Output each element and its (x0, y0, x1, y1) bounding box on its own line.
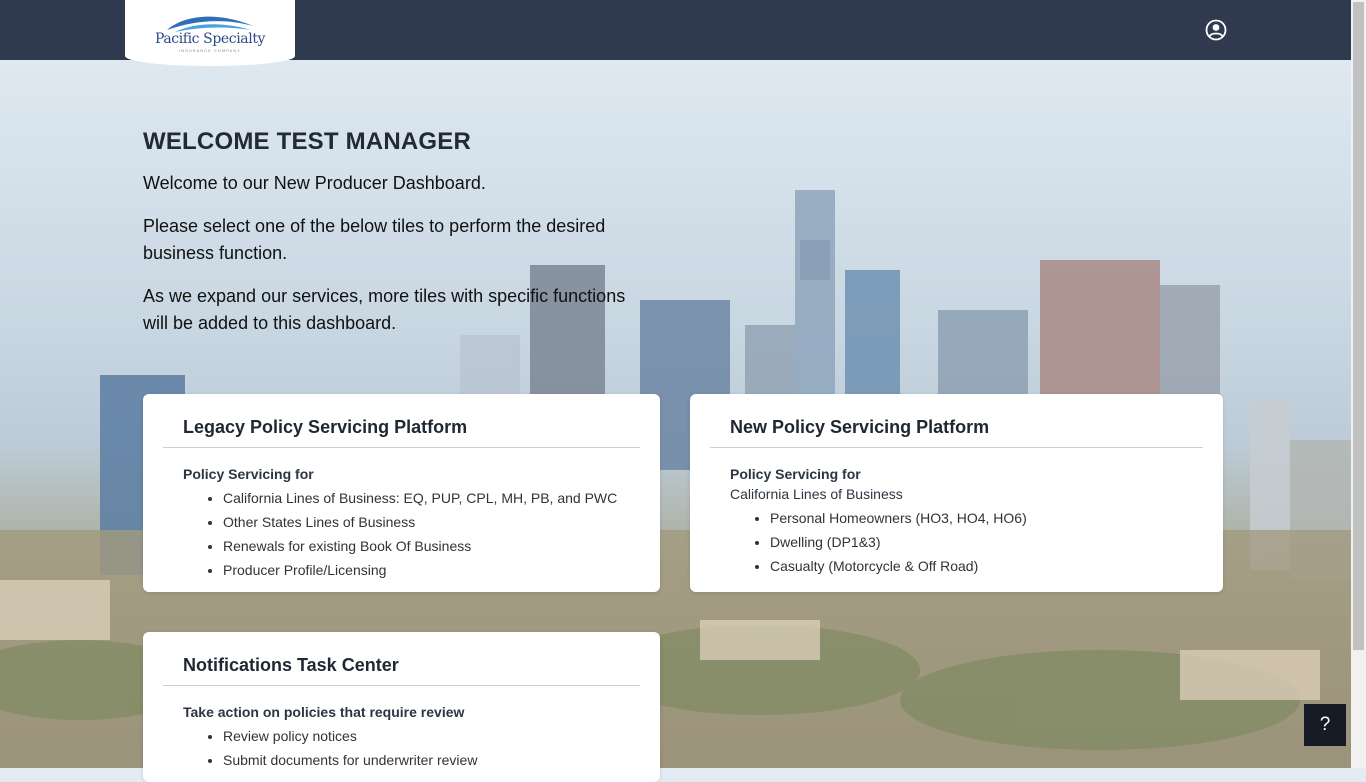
welcome-line-3: As we expand our services, more tiles wi… (143, 286, 626, 333)
tile-list: California Lines of Business: EQ, PUP, C… (143, 486, 660, 582)
list-item: California Lines of Business: EQ, PUP, C… (223, 486, 660, 510)
page-scrollbar[interactable] (1351, 0, 1366, 768)
tile-subtitle: Take action on policies that require rev… (183, 704, 465, 720)
list-item: Other States Lines of Business (223, 510, 660, 534)
list-item: Dwelling (DP1&3) (770, 530, 1223, 554)
tile-subtitle: Policy Servicing for (730, 466, 861, 482)
tile-subtitle-2: California Lines of Business (730, 486, 903, 502)
help-button[interactable]: ? (1304, 704, 1346, 746)
tile-new-policy-servicing[interactable]: New Policy Servicing Platform Policy Ser… (690, 394, 1223, 592)
welcome-title: WELCOME TEST MANAGER (143, 128, 471, 155)
user-account-icon[interactable] (1205, 19, 1227, 41)
list-item: Casualty (Motorcycle & Off Road) (770, 554, 1223, 578)
tile-notifications-task-center[interactable]: Notifications Task Center Take action on… (143, 632, 660, 782)
list-item: Renewals for existing Book Of Business (223, 534, 660, 558)
welcome-section: WELCOME TEST MANAGER Welcome to our New … (143, 128, 643, 353)
logo-tagline: INSURANCE COMPANY (179, 48, 241, 53)
scrollbar-thumb[interactable] (1353, 2, 1364, 650)
list-item: Personal Homeowners (HO3, HO4, HO6) (770, 506, 1223, 530)
list-item: Submit documents for underwriter review (223, 748, 660, 772)
tile-subtitle: Policy Servicing for (183, 466, 314, 482)
tile-title: Notifications Task Center (163, 632, 640, 686)
tile-title: Legacy Policy Servicing Platform (163, 394, 640, 448)
list-item: Review policy notices (223, 724, 660, 748)
logo-name: Pacific Specialty (154, 31, 266, 47)
welcome-line-2: Please select one of the below tiles to … (143, 216, 606, 263)
welcome-line-1: Welcome to our New Producer Dashboard. (143, 173, 486, 193)
tile-title: New Policy Servicing Platform (710, 394, 1203, 448)
tile-legacy-policy-servicing[interactable]: Legacy Policy Servicing Platform Policy … (143, 394, 660, 592)
list-item: Producer Profile/Licensing (223, 558, 660, 582)
company-logo[interactable]: Pacific Specialty INSURANCE COMPANY (125, 0, 295, 66)
tile-list: Personal Homeowners (HO3, HO4, HO6) Dwel… (690, 506, 1223, 578)
tile-list: Review policy notices Submit documents f… (143, 724, 660, 772)
